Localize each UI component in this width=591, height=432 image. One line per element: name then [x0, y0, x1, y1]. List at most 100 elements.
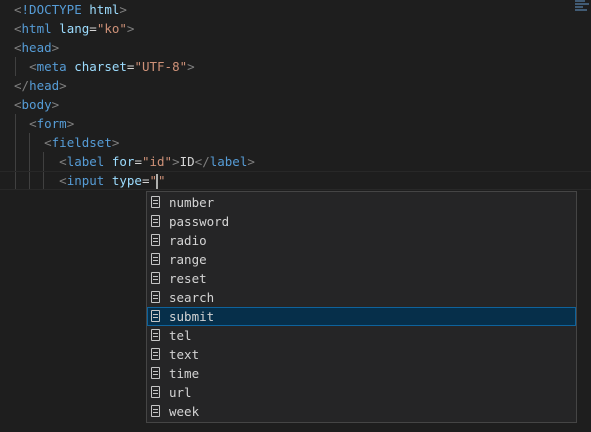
suggest-item[interactable]: range	[147, 250, 576, 269]
code-token-punc: <	[14, 21, 22, 36]
code-token-tag: label	[209, 154, 248, 169]
code-token-str: "ko"	[96, 21, 127, 36]
code-line[interactable]: <fieldset>	[0, 133, 119, 152]
code-token-tag: label	[66, 154, 105, 169]
code-token-punc: <	[14, 2, 22, 17]
suggest-item[interactable]: number	[147, 193, 576, 212]
suggest-item[interactable]: text	[147, 345, 576, 364]
suggest-item-label: submit	[169, 309, 215, 324]
code-token-punc: <	[59, 154, 67, 169]
enum-value-icon	[151, 272, 160, 284]
code-token-tag: fieldset	[51, 135, 112, 150]
suggest-item-label: url	[169, 385, 192, 400]
code-token-tag: head	[29, 78, 60, 93]
code-line[interactable]: <meta charset="UTF-8">	[0, 57, 195, 76]
code-token-punc: >	[187, 59, 195, 74]
code-token-text: ID	[179, 154, 195, 169]
enum-value-icon	[151, 253, 160, 265]
code-token-punc: >	[126, 21, 135, 36]
suggest-item-label: text	[169, 347, 200, 362]
suggest-item-label: search	[169, 290, 215, 305]
enum-value-icon	[151, 215, 160, 227]
suggest-item-label: time	[169, 366, 200, 381]
code-token-text: =	[89, 21, 97, 36]
code-token-tag: body	[21, 97, 52, 112]
enum-value-icon	[151, 234, 160, 246]
suggest-item[interactable]: password	[147, 212, 576, 231]
suggest-item[interactable]: radio	[147, 231, 576, 250]
code-token-punc: <	[44, 135, 52, 150]
code-token-punc: <	[59, 173, 67, 188]
suggest-item[interactable]: week	[147, 402, 576, 421]
code-line[interactable]: </head>	[0, 76, 67, 95]
code-token-punc: <	[14, 40, 22, 55]
code-token-str: "UTF-8"	[134, 59, 188, 74]
code-token-str: "id"	[141, 154, 173, 169]
code-line[interactable]: <head>	[0, 38, 59, 57]
enum-value-icon	[151, 386, 160, 398]
enum-value-icon	[151, 196, 160, 208]
code-token-punc: <	[29, 59, 37, 74]
suggest-item[interactable]: time	[147, 364, 576, 383]
code-token-attr: for	[111, 154, 135, 169]
code-token-tag: form	[36, 116, 67, 131]
code-token-text: =	[141, 173, 150, 188]
code-token-punc: >	[66, 116, 75, 131]
code-token-tag: !DOCTYPE	[21, 2, 82, 17]
code-token-punc: >	[119, 2, 127, 17]
code-token-tag: head	[21, 40, 52, 55]
code-token-punc: >	[59, 78, 67, 93]
suggest-item-label: number	[169, 195, 215, 210]
code-token-punc: <	[29, 116, 37, 131]
code-token-text: =	[134, 154, 142, 169]
code-token-punc: >	[111, 135, 120, 150]
code-token-punc: <	[14, 97, 22, 112]
suggest-item-label: reset	[169, 271, 207, 286]
code-token-tag: meta	[36, 59, 67, 74]
code-line[interactable]: <label for="id">ID</label>	[0, 152, 255, 171]
code-line[interactable]: <body>	[0, 95, 59, 114]
enum-value-icon	[151, 348, 160, 360]
enum-value-icon	[151, 329, 160, 341]
code-line[interactable]: <input type=""	[0, 171, 591, 190]
code-token-punc: >	[172, 154, 180, 169]
minimap[interactable]	[575, 0, 589, 20]
code-token-punc: </	[14, 78, 30, 93]
code-editor[interactable]: <!DOCTYPE html> <html lang="ko"> <head> <m…	[0, 0, 591, 432]
enum-value-icon	[151, 405, 160, 417]
code-token-punc: >	[51, 97, 60, 112]
suggest-item-label: range	[169, 252, 207, 267]
code-line[interactable]: <form>	[0, 114, 74, 133]
code-token-attr: lang	[59, 21, 90, 36]
suggest-item[interactable]: reset	[147, 269, 576, 288]
code-token-tag: input	[66, 173, 105, 188]
suggest-item-label: radio	[169, 233, 207, 248]
code-token-punc: >	[247, 154, 255, 169]
code-line[interactable]: <html lang="ko">	[0, 19, 134, 38]
code-token-attr: charset	[74, 59, 127, 74]
enum-value-icon	[151, 367, 160, 379]
code-token-punc: >	[51, 40, 60, 55]
code-token-attr: type	[111, 173, 142, 188]
suggest-item[interactable]: submit	[147, 307, 576, 326]
suggest-item[interactable]: tel	[147, 326, 576, 345]
code-token-punc: </	[194, 154, 210, 169]
suggest-widget[interactable]: number password radio range reset search submi…	[146, 191, 577, 423]
enum-value-icon	[151, 291, 160, 303]
suggest-item-label: password	[169, 214, 230, 229]
suggest-item[interactable]: search	[147, 288, 576, 307]
code-line[interactable]: <!DOCTYPE html>	[0, 0, 127, 19]
suggest-item-label: week	[169, 404, 200, 419]
suggest-item[interactable]: url	[147, 383, 576, 402]
code-token-attr: html	[89, 2, 120, 17]
code-token-tag: html	[21, 21, 52, 36]
suggest-item-label: tel	[169, 328, 192, 343]
enum-value-icon	[151, 310, 160, 322]
